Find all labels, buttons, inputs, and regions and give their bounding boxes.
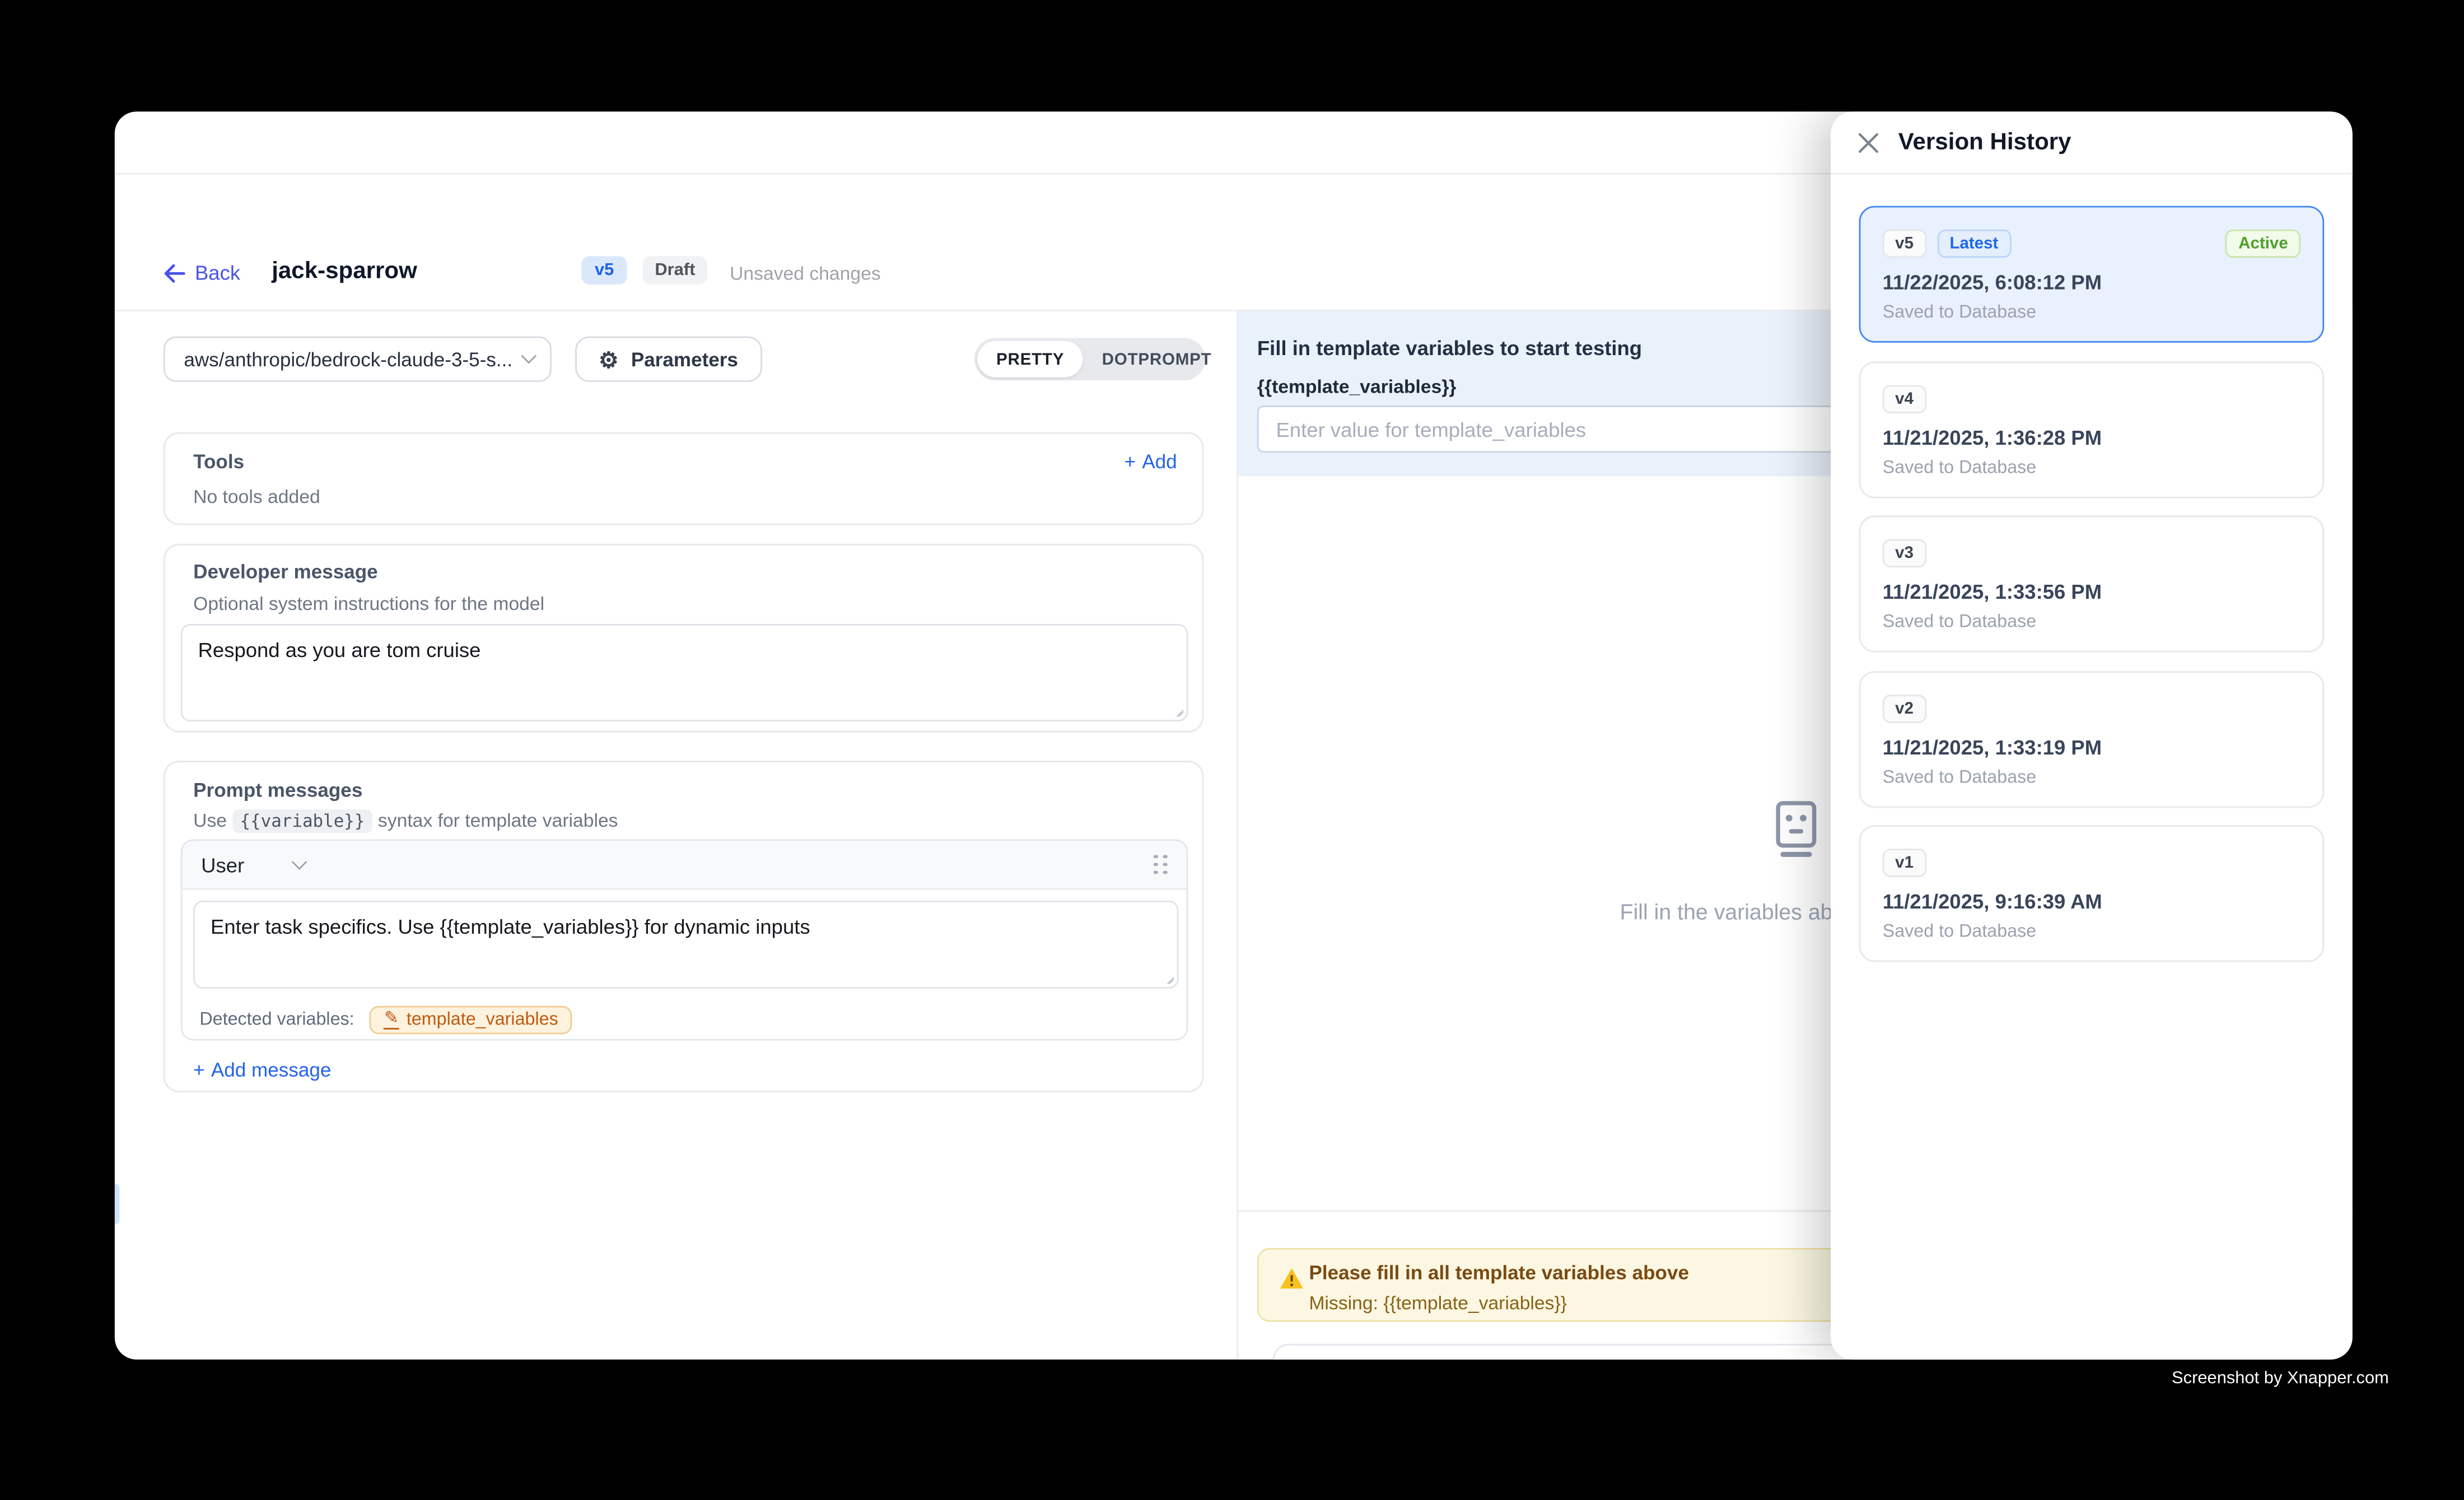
xnapper-watermark: Screenshot by Xnapper.com — [2172, 1369, 2389, 1388]
version-number-badge: v4 — [1883, 385, 1926, 413]
page-title: jack-sparrow — [272, 258, 417, 285]
back-arrow-icon — [164, 263, 185, 282]
message-block: User Enter task specifics. Use {{templat… — [181, 839, 1188, 1040]
version-note: Saved to Database — [1883, 304, 2037, 323]
variable-syntax-chip: {{variable}} — [232, 809, 372, 833]
role-dropdown[interactable]: User — [201, 853, 305, 876]
model-select-value: aws/anthropic/bedrock-claude-3-5-s... — [184, 348, 523, 370]
tools-empty-text: No tools added — [193, 486, 320, 507]
prompt-messages-card: Prompt messages Use {{variable}} syntax … — [164, 761, 1204, 1092]
draft-badge: Draft — [642, 256, 708, 285]
version-history-header: Version History — [1831, 111, 2353, 174]
version-card-v1[interactable]: v1 11/21/2025, 9:16:39 AM Saved to Datab… — [1859, 825, 2325, 962]
version-card-v4[interactable]: v4 11/21/2025, 1:36:28 PM Saved to Datab… — [1859, 361, 2325, 498]
version-card-v3[interactable]: v3 11/21/2025, 1:33:56 PM Saved to Datab… — [1859, 515, 2325, 652]
version-date: 11/21/2025, 9:16:39 AM — [1883, 889, 2102, 913]
user-message-textarea[interactable]: Enter task specifics. Use {{template_var… — [193, 901, 1178, 989]
role-value: User — [201, 853, 244, 876]
version-note: Saved to Database — [1883, 768, 2037, 788]
back-button[interactable]: Back — [164, 261, 240, 285]
plus-icon: + — [1124, 451, 1136, 473]
warning-missing: Missing: {{template_variables}} — [1309, 1292, 1567, 1314]
test-panel-title: Fill in template variables to start test… — [1257, 337, 1642, 360]
parameters-label: Parameters — [631, 348, 738, 370]
close-icon[interactable] — [1858, 131, 1879, 153]
template-variable-label: {{template_variables}} — [1257, 376, 1457, 398]
parameters-button[interactable]: ⚙ Parameters — [575, 337, 762, 382]
message-header: User — [183, 841, 1187, 889]
prompt-hint: Use {{variable}} syntax for template var… — [193, 809, 618, 831]
template-variable-name: template_variables — [407, 1010, 558, 1029]
toggle-pretty[interactable]: PRETTY — [977, 341, 1083, 378]
model-select[interactable]: aws/anthropic/bedrock-claude-3-5-s... — [164, 337, 552, 382]
developer-message-card: Developer message Optional system instru… — [164, 544, 1204, 733]
version-number-badge: v3 — [1883, 539, 1926, 567]
version-date: 11/22/2025, 6:08:12 PM — [1883, 271, 2102, 294]
version-number-badge: v2 — [1883, 695, 1926, 723]
version-badge: v5 — [582, 256, 627, 285]
chevron-down-icon — [292, 854, 308, 869]
pencil-icon: ✎ — [384, 1009, 399, 1029]
template-variable-chip[interactable]: ✎ template_variables — [370, 1005, 572, 1034]
version-history-panel: Version History v5 Latest Active 11/22/2… — [1831, 111, 2353, 1359]
chevron-down-icon — [521, 348, 536, 364]
version-date: 11/21/2025, 1:33:19 PM — [1883, 735, 2102, 759]
warning-title: Please fill in all template variables ab… — [1309, 1262, 1688, 1284]
version-date: 11/21/2025, 1:33:56 PM — [1883, 580, 2102, 603]
developer-message-textarea[interactable]: Respond as you are tom cruise — [181, 624, 1188, 721]
unsaved-changes-label: Unsaved changes — [730, 263, 881, 285]
detected-variables-label: Detected variables: — [199, 1010, 354, 1029]
version-number-badge: v5 — [1883, 230, 1926, 258]
drag-handle-icon[interactable] — [1154, 854, 1168, 874]
version-card-v2[interactable]: v2 11/21/2025, 1:33:19 PM Saved to Datab… — [1859, 671, 2325, 808]
version-note: Saved to Database — [1883, 923, 2037, 942]
version-card-v5[interactable]: v5 Latest Active 11/22/2025, 6:08:12 PM … — [1859, 206, 2325, 343]
toggle-dotprompt[interactable]: DOTPROMPT — [1083, 341, 1230, 378]
warning-icon — [1279, 1267, 1304, 1291]
version-note: Saved to Database — [1883, 613, 2037, 632]
detected-variables-row: Detected variables: ✎ template_variables — [183, 996, 1187, 1041]
prompt-title: Prompt messages — [193, 780, 362, 802]
tools-card: Tools + Add No tools added — [164, 432, 1204, 525]
bot-face-icon — [1768, 800, 1822, 858]
add-tool-label: Add — [1142, 451, 1177, 473]
tools-title: Tools — [193, 451, 244, 473]
plus-icon: + — [193, 1059, 205, 1081]
version-date: 11/21/2025, 1:36:28 PM — [1883, 426, 2102, 449]
version-history-title: Version History — [1898, 129, 2071, 156]
hint-prefix: Use — [193, 809, 227, 831]
add-message-button[interactable]: + Add message — [193, 1059, 331, 1081]
back-label: Back — [195, 261, 240, 285]
screenshot-stage: Back jack-sparrow v5 Draft Unsaved chang… — [0, 0, 2464, 1499]
active-badge: Active — [2226, 230, 2300, 258]
hint-suffix: syntax for template variables — [378, 809, 618, 831]
developer-subtitle: Optional system instructions for the mod… — [193, 593, 544, 614]
format-toggle: PRETTY DOTPROMPT — [974, 338, 1205, 380]
developer-title: Developer message — [193, 561, 378, 583]
latest-badge: Latest — [1937, 230, 2011, 258]
add-message-label: Add message — [211, 1059, 331, 1081]
version-number-badge: v1 — [1883, 849, 1926, 877]
edge-chip — [115, 1184, 119, 1224]
add-tool-button[interactable]: + Add — [1124, 451, 1177, 473]
version-note: Saved to Database — [1883, 459, 2037, 478]
gear-icon: ⚙ — [599, 348, 618, 370]
